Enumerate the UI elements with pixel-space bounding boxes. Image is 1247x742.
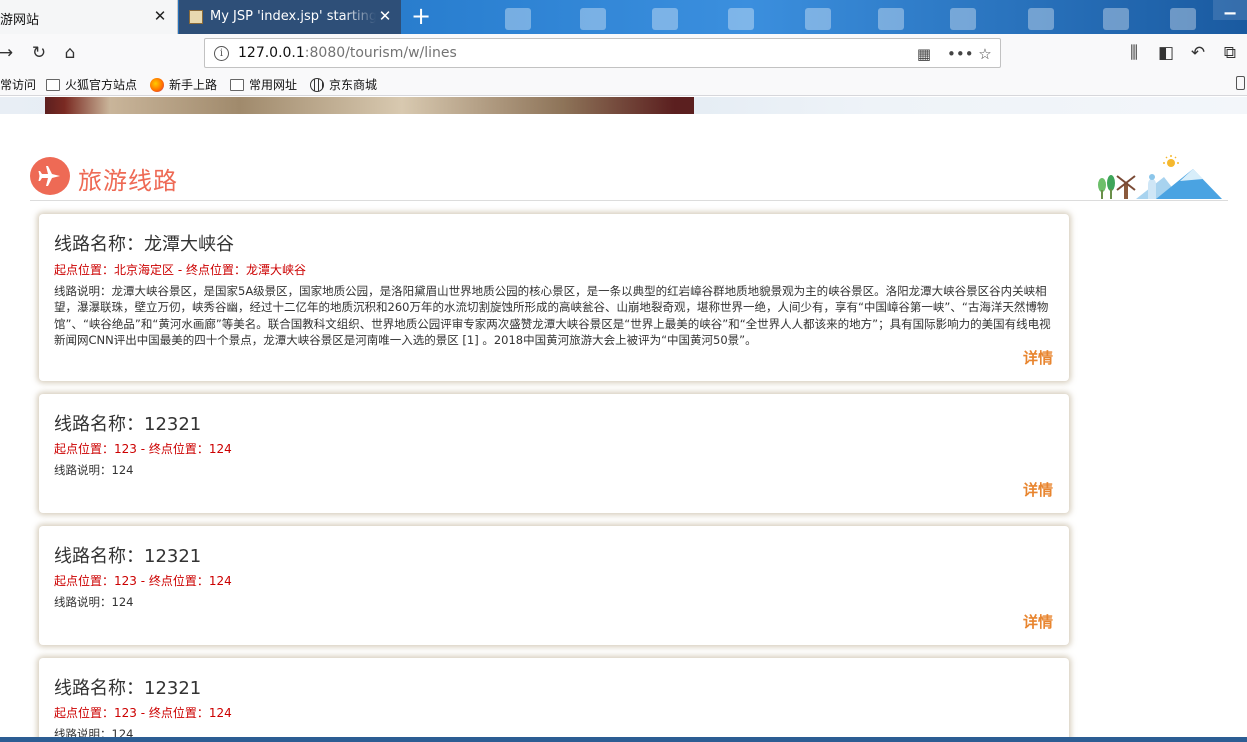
line-card: 线路名称：12321 起点位置：123 - 终点位置：124 线路说明：124 … [39,526,1069,645]
taskbar [0,737,1247,742]
tab-label: My JSP 'index.jsp' starting page [210,9,376,24]
page-content: 旅游线路 线路名称：龙潭大峡谷 起点位置：北京海定区 - 终点位置：龙潭大峡谷 … [0,97,1247,742]
desktop-shortcut-icon [728,8,754,30]
line-route: 起点位置：123 - 终点位置：124 [54,706,232,720]
line-route: 起点位置：123 - 终点位置：124 [54,442,232,456]
back-icon[interactable]: → [0,42,16,64]
home-icon[interactable]: ⌂ [60,42,80,64]
bookmark-label: 常访问 [0,78,37,92]
details-link[interactable]: 详情 [1023,611,1053,632]
firefox-icon [150,77,164,92]
crop-icon[interactable]: ⧉ [1220,42,1240,64]
folder-icon [230,78,244,91]
qr-code-icon[interactable]: ▦ [915,45,933,63]
globe-icon [310,77,324,92]
line-card: 线路名称：龙潭大峡谷 起点位置：北京海定区 - 终点位置：龙潭大峡谷 线路说明：… [39,214,1069,381]
sidebar-icon[interactable]: ◧ [1156,42,1176,64]
url-text[interactable]: 127.0.0.1:8080/tourism/w/lines [238,45,457,61]
line-card: 线路名称：12321 起点位置：123 - 终点位置：124 线路说明：124 … [39,658,1069,742]
line-name: 线路名称：12321 [54,678,202,699]
line-route: 起点位置：北京海定区 - 终点位置：龙潭大峡谷 [54,263,306,277]
mobile-bookmarks-icon[interactable] [1236,76,1245,90]
address-bar[interactable]: i 127.0.0.1:8080/tourism/w/lines ▦ ••• ☆ [204,38,1001,68]
tab-label: 游网站 [0,13,40,28]
line-description: 线路说明：124 [54,595,134,609]
url-path: :8080/tourism/w/lines [304,45,457,61]
tab-active[interactable]: 游网站 ✕ [0,0,178,34]
details-link[interactable]: 详情 [1023,347,1053,368]
bookmark-label: 京东商城 [329,78,378,92]
desktop-shortcut-icon [652,8,678,30]
more-icon[interactable]: ••• [947,45,974,63]
bookmark-firefox-official[interactable]: 火狐官方站点 [46,76,137,93]
bookmark-common-sites[interactable]: 常用网址 [230,76,297,93]
library-icon[interactable]: ⫼ [1124,42,1144,64]
desktop-shortcut-icon [1170,8,1196,30]
reload-icon[interactable]: ↻ [29,42,49,64]
url-host: 127.0.0.1 [238,45,305,61]
bookmarks-bar: 常访问 火狐官方站点 新手上路 常用网址 京东商城 [0,72,1247,96]
star-icon[interactable]: ☆ [976,45,994,63]
section-title: 旅游线路 [78,167,178,195]
desktop-shortcut-icon [505,8,531,30]
window-minimize-button[interactable]: ▁ [1213,0,1247,20]
desktop-shortcut-icon [580,8,606,30]
bookmark-jd-mall[interactable]: 京东商城 [310,76,377,93]
line-card: 线路名称：12321 起点位置：123 - 终点位置：124 线路说明：124 … [39,394,1069,513]
desktop-shortcut-icon [1103,8,1129,30]
desktop-shortcut-icon [950,8,976,30]
desktop-shortcut-icon [1028,8,1054,30]
line-description: 线路说明：124 [54,463,134,477]
airplane-icon [30,157,70,195]
bookmark-label: 新手上路 [169,78,218,92]
line-route: 起点位置：123 - 终点位置：124 [54,574,232,588]
landscape-decoration-icon [1098,155,1222,199]
navigation-bar: → ↻ ⌂ i 127.0.0.1:8080/tourism/w/lines ▦… [0,34,1247,72]
bookmark-getting-started[interactable]: 新手上路 [150,76,217,93]
bookmark-label: 火狐官方站点 [65,78,138,92]
line-description: 线路说明：龙潭大峡谷景区，是国家5A级景区，国家地质公园，是洛阳黛眉山世界地质公… [54,284,1051,347]
banner-image [45,97,694,114]
close-icon[interactable]: ✕ [377,8,393,24]
bookmark-most-visited[interactable]: 常访问 [0,76,36,93]
line-name: 线路名称：12321 [54,414,202,435]
new-tab-button[interactable]: + [410,4,432,30]
desktop-shortcut-icon [805,8,831,30]
details-link[interactable]: 详情 [1023,479,1053,500]
tab-strip: 游网站 ✕ My JSP 'index.jsp' starting page ✕… [0,0,1247,34]
line-name: 线路名称：龙潭大峡谷 [54,234,234,255]
folder-icon [46,78,60,91]
undo-icon[interactable]: ↶ [1188,42,1208,64]
page-favicon-icon [189,10,203,24]
bookmark-label: 常用网址 [249,78,298,92]
line-name: 线路名称：12321 [54,546,202,567]
section-header: 旅游线路 [30,153,1228,201]
close-icon[interactable]: ✕ [152,8,168,24]
site-info-icon[interactable]: i [214,46,229,61]
banner [0,97,1247,114]
tab-inactive[interactable]: My JSP 'index.jsp' starting page ✕ [179,0,401,34]
desktop-shortcut-icon [878,8,904,30]
